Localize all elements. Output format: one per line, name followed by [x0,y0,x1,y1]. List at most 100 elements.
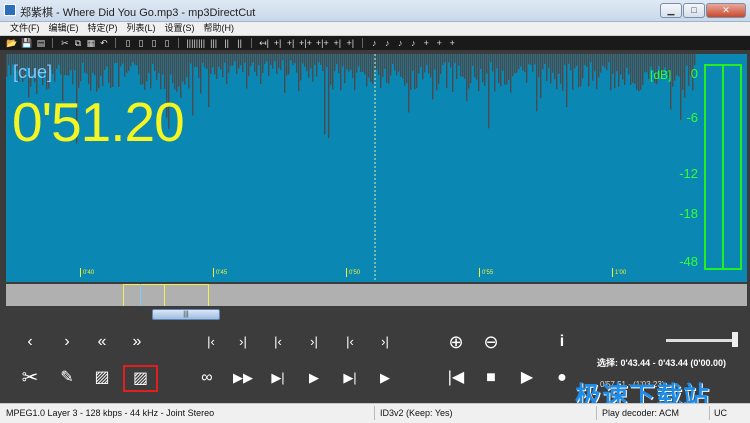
window-title: 郑紫棋 - Where Did You Go.mp3 - mp3DirectCu… [20,7,256,19]
waveform-display[interactable]: [cue] 0'51.20 [dB] 0 -6 -12 -18 -48 0'40… [6,54,747,282]
close-button[interactable]: ✕ [706,3,746,18]
db-label: -48 [679,254,698,269]
volume-slider-knob[interactable] [732,332,738,347]
position-marker [164,284,165,306]
segment-marks-icon[interactable]: |||||||| [186,37,205,49]
toolbar-separator [361,38,363,48]
fade-icon[interactable]: + [435,37,444,49]
zoom-out-icon[interactable]: ⊖ [478,330,504,354]
volume-icon[interactable]: ♪ [370,37,379,49]
time-tick: 1'00 [611,268,627,277]
loop-icon[interactable]: ∞ [194,366,220,390]
time-tick: 0'55 [478,268,494,277]
selection-end-right-icon[interactable]: ›| [301,330,327,354]
menu-edit[interactable]: 编辑(E) [49,22,79,35]
undo-icon[interactable]: ↶ [99,37,108,49]
save-icon[interactable]: 💾 [21,37,32,49]
cue-add-icon[interactable]: +| [273,37,282,49]
play-selection-icon[interactable]: ▶▶ [230,366,256,390]
prev-icon[interactable]: ‹ [17,330,43,354]
current-time: 0'51.20 [12,91,185,153]
rewind-icon[interactable]: « [89,330,115,354]
toolbar: 📂 💾 ▤ ✂ ⧉ ▦ ↶ ▯ ▯ ▯ ▯ |||||||| ||| || ||… [0,36,750,50]
status-separator [709,406,710,420]
marks-icon[interactable]: || [235,37,244,49]
level-meter [704,64,742,270]
volume-icon[interactable]: ♪ [383,37,392,49]
cue-add-icon[interactable]: +| [346,37,355,49]
pencil-icon[interactable]: ✎ [54,366,80,390]
open-icon[interactable]: 📂 [6,37,17,49]
app-icon [4,4,16,16]
waveform [6,54,696,282]
status-tag: ID3v2 (Keep: Yes) [380,408,453,418]
overview-bar[interactable] [6,284,747,306]
status-format: MPEG1.0 Layer 3 - 128 kbps - 44 kHz - Jo… [6,408,215,418]
play-tail-icon[interactable]: ▶ [372,366,398,390]
selection-readout: 选择: 0'43.44 - 0'43.44 (0'00.00) [597,358,726,368]
save-split-icon[interactable]: ▤ [36,37,46,49]
time-tick: 0'45 [212,268,228,277]
zoom-in-icon[interactable]: ⊕ [443,330,469,354]
cue-add-icon[interactable]: +| [286,37,295,49]
selection-start-right-icon[interactable]: ›| [230,330,256,354]
volume-slider[interactable] [666,339,738,342]
menu-list[interactable]: 列表(L) [127,22,156,35]
play-end-icon[interactable]: ▶| [337,366,363,390]
selection-end-left-icon[interactable]: |‹ [265,330,291,354]
selection-start-left-icon[interactable]: |‹ [198,330,224,354]
cut-icon[interactable]: ✂ [60,37,69,49]
cue-icon[interactable]: ↤| [259,37,269,49]
next-icon[interactable]: › [54,330,80,354]
copy-icon[interactable]: ⧉ [73,37,82,49]
fade-out-icon[interactable]: ▨ [123,365,158,392]
minimize-button[interactable]: ▁ [660,3,682,18]
status-extra: UC [714,408,727,418]
paste-icon[interactable]: ▦ [86,37,96,49]
play-to-cursor-icon[interactable]: ▶| [265,366,291,390]
toolbar-separator [251,38,253,48]
menu-help[interactable]: 帮助(H) [204,22,235,35]
page-icon[interactable]: ▯ [149,37,158,49]
db-label: 0 [690,66,698,81]
cue-split-icon[interactable]: +|+ [299,37,312,49]
menu-file[interactable]: 文件(F) [10,22,40,35]
overview-visible-region [123,284,209,306]
status-separator [596,406,597,420]
play-icon[interactable]: ▶ [514,366,540,390]
marks-icon[interactable]: ||| [209,37,218,49]
fade-icon[interactable]: + [448,37,457,49]
time-tick: 0'50 [345,268,361,277]
skip-back-icon[interactable]: |◀ [443,366,469,390]
cue-add-icon[interactable]: +| [333,37,342,49]
record-icon[interactable]: ● [549,366,575,390]
fade-icon[interactable]: + [422,37,431,49]
marks-icon[interactable]: || [222,37,231,49]
toolbar-separator [178,38,180,48]
page-icon[interactable]: ▯ [162,37,171,49]
menu-special[interactable]: 特定(P) [88,22,118,35]
maximize-button[interactable]: □ [683,3,705,18]
db-label: -6 [686,110,698,125]
cut-icon[interactable]: ✂ [17,366,43,390]
toolbar-separator [52,38,54,48]
volume-icon[interactable]: ♪ [409,37,418,49]
cue-split-icon[interactable]: +|+ [316,37,329,49]
fast-forward-icon[interactable]: » [124,330,150,354]
volume-icon[interactable]: ♪ [396,37,405,49]
page-icon[interactable]: ▯ [123,37,132,49]
window-controls: ▁ □ ✕ [660,3,746,18]
fade-in-icon[interactable]: ▨ [89,366,115,390]
menu-settings[interactable]: 设置(S) [165,22,195,35]
page-icon[interactable]: ▯ [136,37,145,49]
go-start-icon[interactable]: |‹ [337,330,363,354]
cue-marker [140,284,141,306]
info-icon[interactable]: i [549,330,575,354]
play-from-cursor-icon[interactable]: ▶ [301,366,327,390]
status-bar: MPEG1.0 Layer 3 - 128 kbps - 44 kHz - Jo… [0,403,750,423]
stop-icon[interactable]: ■ [478,366,504,390]
toolbar-separator [115,38,117,48]
go-end-icon[interactable]: ›| [372,330,398,354]
scroll-thumb[interactable]: ||| [152,309,220,320]
menu-bar: 文件(F) 编辑(E) 特定(P) 列表(L) 设置(S) 帮助(H) [0,22,750,36]
